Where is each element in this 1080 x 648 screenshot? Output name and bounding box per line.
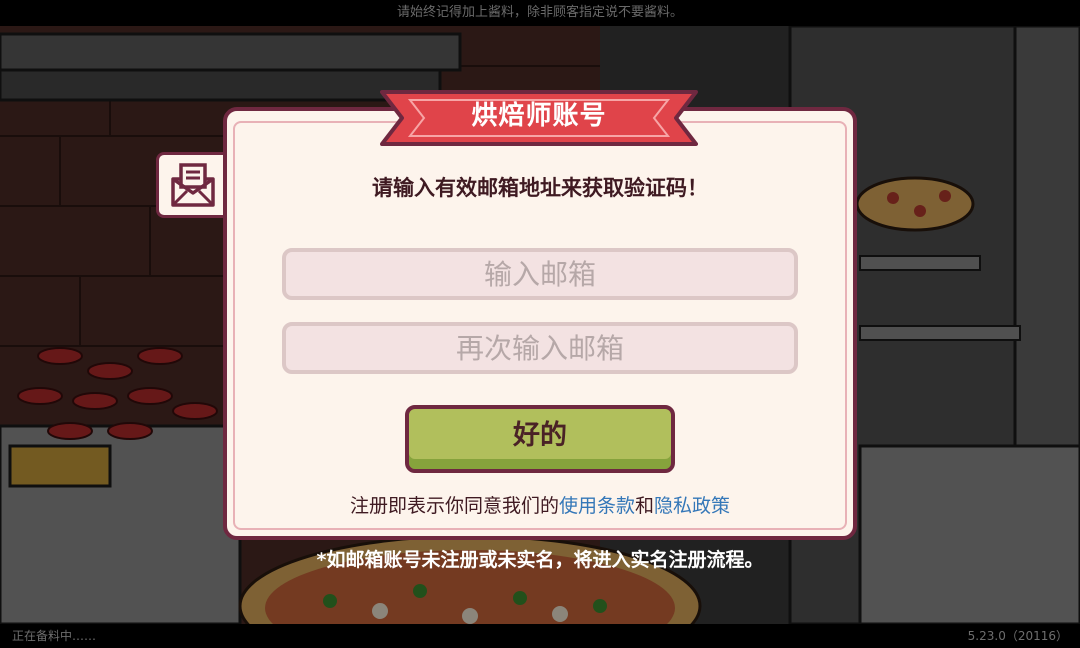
loading-status-text: 正在备料中…… (12, 629, 97, 643)
terms-notice: 注册即表示你同意我们的使用条款和隐私政策 (0, 491, 1080, 518)
version-label: 5.23.0（20116） (967, 629, 1068, 643)
email-input[interactable] (282, 248, 798, 300)
terms-of-use-link[interactable]: 使用条款 (559, 495, 635, 517)
terms-prefix: 注册即表示你同意我们的 (349, 495, 559, 517)
top-hint-text: 请始终记得加上酱料，除非顾客指定说不要酱料。 (396, 5, 683, 20)
terms-and: 和 (635, 495, 655, 517)
status-bar: 正在备料中…… 5.23.0（20116） (0, 624, 1080, 648)
dialog-title-ribbon: 烘焙师账号 (380, 86, 698, 150)
email-confirm-input[interactable] (282, 322, 798, 374)
email-prompt-text: 请输入有效邮箱地址来获取验证码！ (372, 176, 708, 200)
top-hint-bar: 请始终记得加上酱料，除非顾客指定说不要酱料。 (0, 0, 1080, 26)
dialog-title: 烘焙师账号 (471, 101, 607, 131)
privacy-policy-link[interactable]: 隐私政策 (654, 495, 730, 517)
ok-button[interactable]: 好的 (405, 405, 675, 473)
registration-footnote: *如邮箱账号未注册或未实名，将进入实名注册流程。 (316, 549, 764, 571)
